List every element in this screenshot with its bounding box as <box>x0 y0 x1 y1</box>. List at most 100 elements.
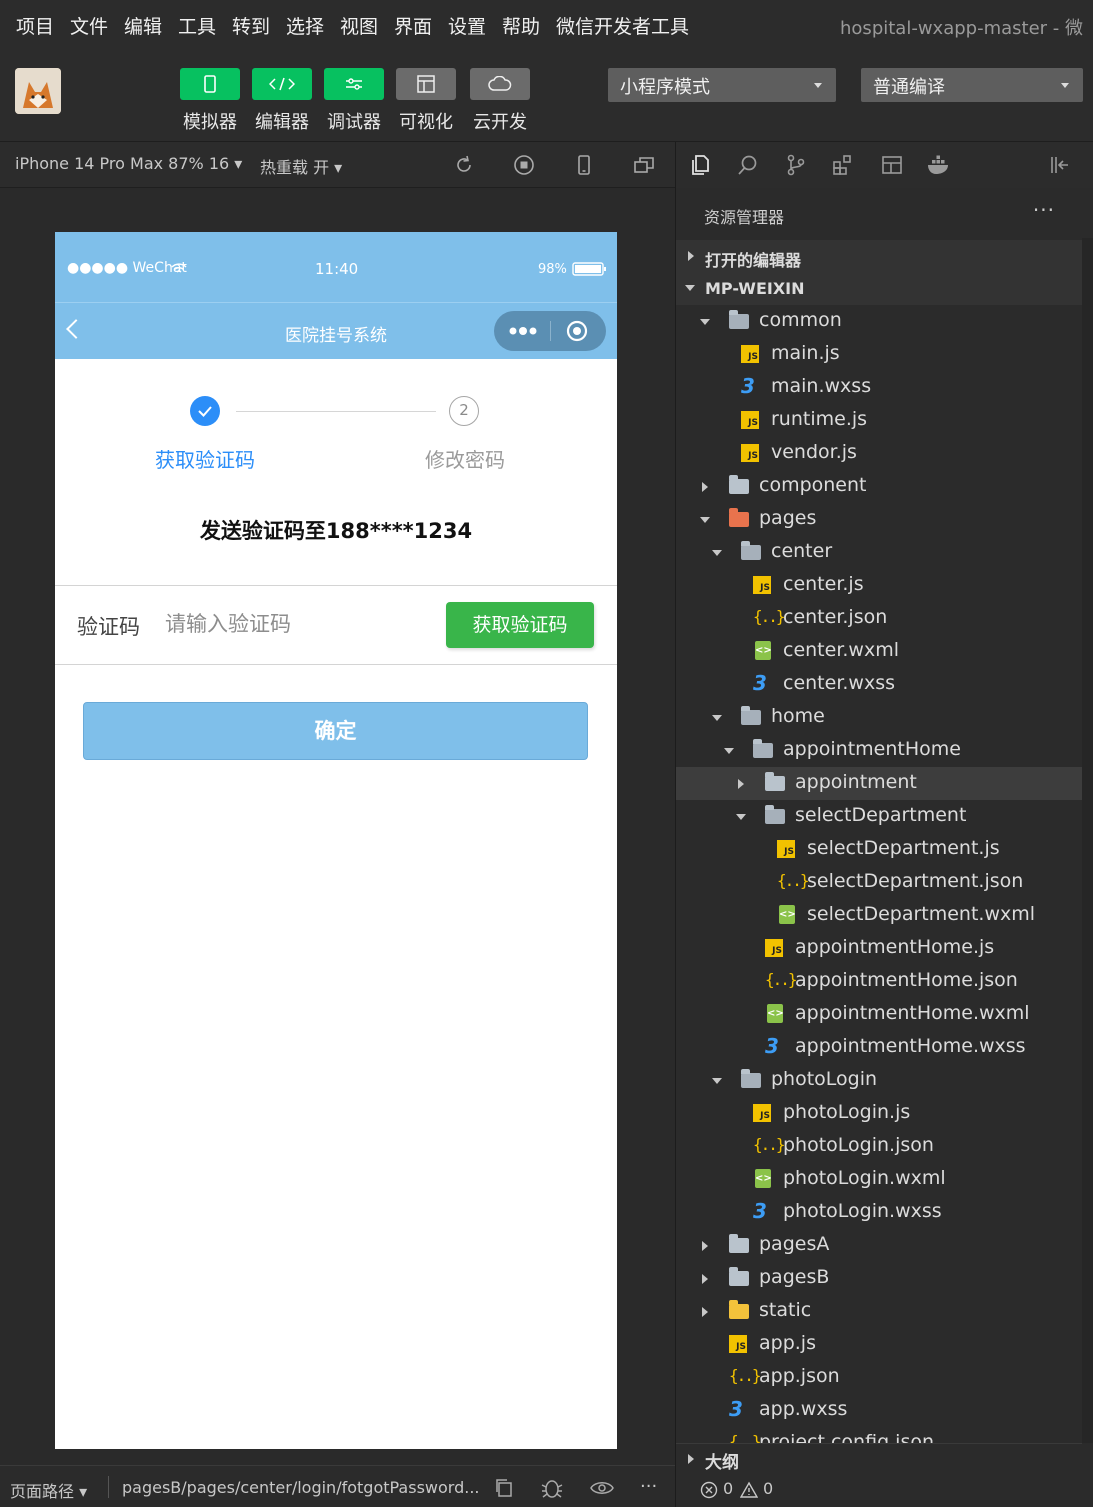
code-input[interactable] <box>165 606 415 642</box>
tree-file[interactable]: {..} selectDepartment.json <box>676 866 1082 899</box>
menu-view[interactable]: 视图 <box>340 12 378 39</box>
tree-file[interactable]: {..} app.json <box>676 1361 1082 1394</box>
tree-file[interactable]: 3 photoLogin.wxss <box>676 1196 1082 1229</box>
chevron-down-icon <box>700 517 710 523</box>
project-section[interactable]: MP-WEIXIN <box>676 272 1082 305</box>
outline-label: 大纲 <box>705 1453 739 1473</box>
menu-wechat-devtools[interactable]: 微信开发者工具 <box>556 12 689 39</box>
tree-file[interactable]: 3 app.wxss <box>676 1394 1082 1427</box>
tree-folder[interactable]: pages <box>676 503 1082 536</box>
tree-folder[interactable]: selectDepartment <box>676 800 1082 833</box>
tree-file[interactable]: JS photoLogin.js <box>676 1097 1082 1130</box>
menu-help[interactable]: 帮助 <box>502 12 540 39</box>
preview-eye-icon[interactable] <box>590 1480 614 1496</box>
menu-settings[interactable]: 设置 <box>448 12 486 39</box>
bug-icon[interactable] <box>540 1477 564 1499</box>
more-options-icon[interactable]: ··· <box>640 1476 657 1497</box>
files-icon[interactable] <box>688 153 712 177</box>
page-path-select[interactable]: 页面路径 ▾ <box>10 1478 87 1502</box>
explorer-more-button[interactable]: ··· <box>1033 198 1055 222</box>
refresh-icon[interactable] <box>453 154 475 176</box>
tree-file[interactable]: <> center.wxml <box>676 635 1082 668</box>
avatar[interactable] <box>15 68 61 114</box>
tree-folder[interactable]: pagesB <box>676 1262 1082 1295</box>
docker-icon[interactable] <box>926 153 952 177</box>
close-mini-program-icon[interactable] <box>566 320 588 342</box>
tree-file[interactable]: 3 appointmentHome.wxss <box>676 1031 1082 1064</box>
tree-file[interactable]: {..} center.json <box>676 602 1082 635</box>
device-select[interactable]: iPhone 14 Pro Max 87% 16 ▾ <box>15 154 242 173</box>
warning-count: 0 <box>763 1479 774 1498</box>
hot-reload-toggle[interactable]: 热重载 开 ▾ <box>260 154 342 178</box>
tree-folder[interactable]: static <box>676 1295 1082 1328</box>
tree-file[interactable]: 3 center.wxss <box>676 668 1082 701</box>
outline-section[interactable]: 大纲 <box>676 1443 1082 1473</box>
tree-folder[interactable]: appointmentHome <box>676 734 1082 767</box>
problems-status[interactable]: 0 0 <box>676 1473 1093 1507</box>
tree-file[interactable]: JS runtime.js <box>676 404 1082 437</box>
menu-project[interactable]: 项目 <box>16 12 54 39</box>
collapse-panel-icon[interactable] <box>1048 153 1072 177</box>
cloud-button[interactable] <box>470 68 530 100</box>
menu-interface[interactable]: 界面 <box>394 12 432 39</box>
editor-button[interactable] <box>252 68 312 100</box>
tree-item-label: component <box>759 474 867 496</box>
tree-item-label: appointmentHome.js <box>795 936 995 958</box>
step-2-label: 修改密码 <box>425 448 505 472</box>
extensions-icon[interactable] <box>831 153 855 177</box>
mode-select[interactable]: 小程序模式 <box>608 68 836 102</box>
tree-folder[interactable]: pagesA <box>676 1229 1082 1262</box>
js-file-icon: JS <box>741 410 761 430</box>
more-icon[interactable] <box>508 326 538 336</box>
menu-select[interactable]: 选择 <box>286 12 324 39</box>
menu-bar: 项目 文件 编辑 工具 转到 选择 视图 界面 设置 帮助 微信开发者工具 ho… <box>0 0 1093 52</box>
menu-edit[interactable]: 编辑 <box>124 12 162 39</box>
open-editors-section[interactable]: 打开的编辑器 <box>676 240 1082 273</box>
tree-folder[interactable]: photoLogin <box>676 1064 1082 1097</box>
menu-tools[interactable]: 工具 <box>178 12 216 39</box>
layout-panel-icon[interactable] <box>880 153 904 177</box>
get-code-button[interactable]: 获取验证码 <box>446 602 594 648</box>
copy-icon[interactable] <box>494 1478 514 1498</box>
tree-item-label: home <box>771 705 825 727</box>
tree-file[interactable]: JS main.js <box>676 338 1082 371</box>
tree-folder[interactable]: component <box>676 470 1082 503</box>
simulator-button[interactable] <box>180 68 240 100</box>
js-file-icon: JS <box>753 575 773 595</box>
folder-icon <box>729 1267 749 1288</box>
tree-file[interactable]: 3 main.wxss <box>676 371 1082 404</box>
tree-item-label: center.js <box>783 573 864 595</box>
layout-icon <box>417 75 435 93</box>
folder-open-icon <box>729 310 749 331</box>
source-control-icon[interactable] <box>784 153 808 177</box>
tree-file[interactable]: JS appointmentHome.js <box>676 932 1082 965</box>
tree-file[interactable]: <> selectDepartment.wxml <box>676 899 1082 932</box>
tree-folder[interactable]: common <box>676 305 1082 338</box>
tree-folder[interactable]: center <box>676 536 1082 569</box>
search-icon[interactable] <box>736 153 760 177</box>
menu-goto[interactable]: 转到 <box>232 12 270 39</box>
tree-file[interactable]: JS vendor.js <box>676 437 1082 470</box>
tree-file[interactable]: <> appointmentHome.wxml <box>676 998 1082 1031</box>
confirm-button[interactable]: 确定 <box>83 702 588 760</box>
project-label: MP-WEIXIN <box>705 279 805 298</box>
debugger-button[interactable] <box>324 68 384 100</box>
visualize-button[interactable] <box>396 68 456 100</box>
tree-file[interactable]: JS selectDepartment.js <box>676 833 1082 866</box>
compile-select[interactable]: 普通编译 <box>861 68 1083 102</box>
tree-file[interactable]: JS center.js <box>676 569 1082 602</box>
tree-file[interactable]: JS app.js <box>676 1328 1082 1361</box>
scrollbar[interactable] <box>1082 238 1093 1443</box>
tree-file[interactable]: <> photoLogin.wxml <box>676 1163 1082 1196</box>
tree-item-label: static <box>759 1299 812 1321</box>
tree-folder[interactable]: appointment <box>676 767 1082 800</box>
tree-folder[interactable]: home <box>676 701 1082 734</box>
tree-file[interactable]: {..} photoLogin.json <box>676 1130 1082 1163</box>
menu-file[interactable]: 文件 <box>70 12 108 39</box>
device-icon[interactable] <box>573 154 595 176</box>
step-1-done-icon <box>190 396 220 426</box>
tree-file[interactable]: {..} project.config.json <box>676 1427 1082 1443</box>
window-icon[interactable] <box>633 154 655 176</box>
stop-icon[interactable] <box>513 154 535 176</box>
tree-file[interactable]: {..} appointmentHome.json <box>676 965 1082 998</box>
